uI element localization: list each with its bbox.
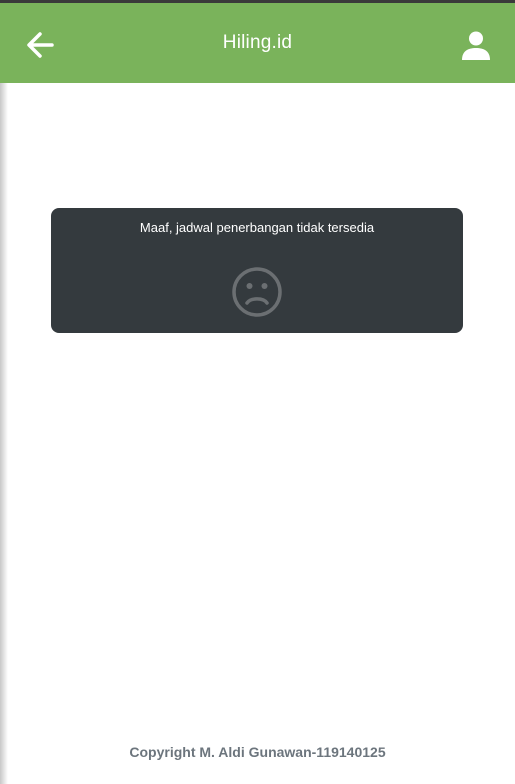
sad-face-icon: [232, 267, 282, 317]
notice-message: Maaf, jadwal penerbangan tidak tersedia: [139, 220, 375, 235]
no-flights-notice: Maaf, jadwal penerbangan tidak tersedia: [51, 208, 463, 333]
app-header: Hiling.id: [0, 3, 515, 83]
footer-copyright: Copyright M. Aldi Gunawan-119140125: [129, 744, 386, 760]
page-left-shadow: [0, 83, 8, 784]
back-button[interactable]: [20, 25, 60, 65]
app-title: Hiling.id: [222, 32, 293, 53]
profile-button[interactable]: [456, 25, 496, 65]
arrow-left-icon: [27, 32, 54, 58]
user-icon: [462, 31, 490, 60]
